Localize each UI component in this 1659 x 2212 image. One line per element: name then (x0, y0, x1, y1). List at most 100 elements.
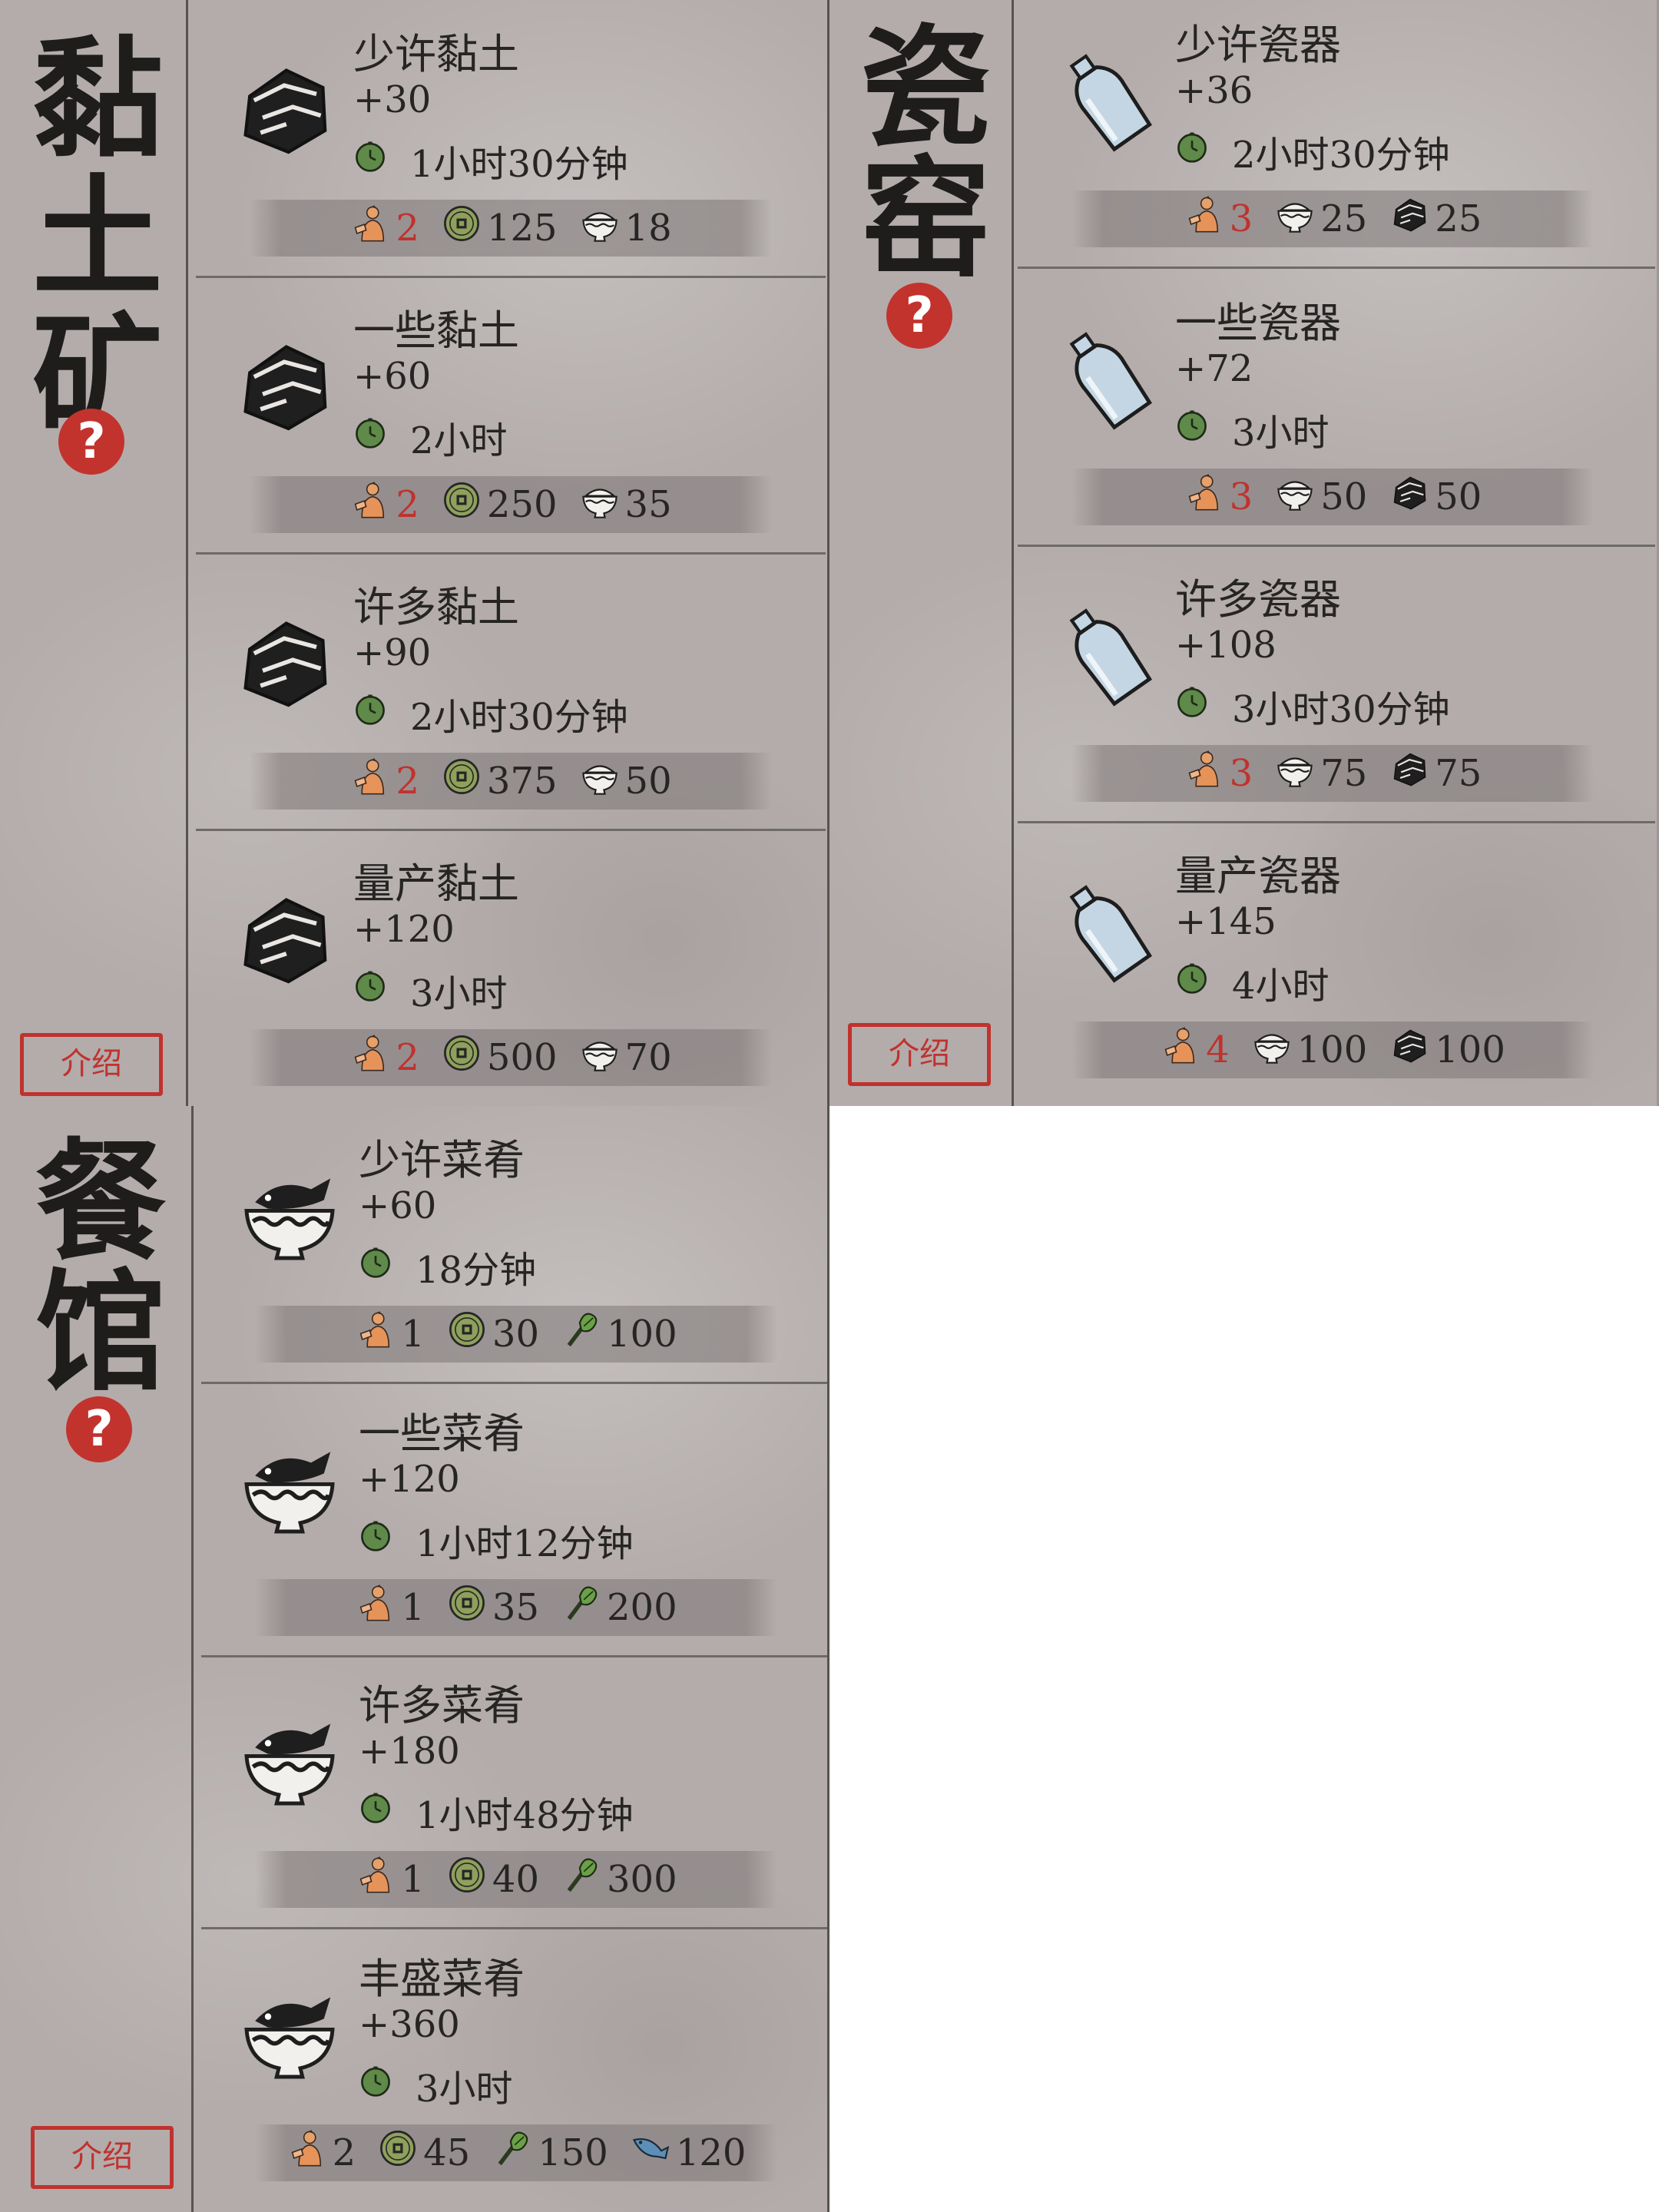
production-option[interactable]: 一些瓷器 +72 3小时 3 50 50 (1018, 270, 1655, 547)
cost-value: 25 (1435, 197, 1482, 240)
option-duration: 3小时 (359, 2058, 513, 2112)
cost-item: 2 (286, 2128, 356, 2178)
cost-item: 100 (1389, 1025, 1505, 1075)
coin-icon (441, 479, 487, 530)
cost-value: 125 (486, 207, 558, 250)
cost-item: 3 (1184, 472, 1253, 522)
cost-item: 50 (1274, 472, 1367, 522)
production-option[interactable]: 量产黏土 +120 3小时 2 500 70 (196, 831, 826, 1105)
fish-bowl-icon (236, 1980, 343, 2088)
cost-item: 40 (446, 1854, 539, 1905)
option-name: 许多黏土 (353, 583, 519, 631)
intro-button[interactable]: 介绍 (20, 1033, 163, 1096)
duration-text: 1小时12分钟 (416, 1522, 634, 1565)
cost-value: 1 (401, 1858, 425, 1901)
production-option[interactable]: 丰盛菜肴 +360 3小时 2 45 150 120 (201, 1926, 827, 2200)
option-name: 一些瓷器 (1175, 299, 1341, 347)
building-title: 餐 馆 (35, 1137, 167, 1409)
title-char: 馆 (35, 1256, 167, 1409)
production-option[interactable]: 少许菜肴 +60 18分钟 1 30 100 (201, 1108, 827, 1384)
cost-item: 35 (446, 1582, 539, 1633)
intro-button[interactable]: 介绍 (848, 1023, 991, 1086)
cost-item: 45 (377, 2128, 470, 2178)
cost-item: 3 (1184, 194, 1253, 244)
rice-bowl-icon (1251, 1025, 1297, 1075)
production-option[interactable]: 一些菜肴 +120 1小时12分钟 1 35 200 (201, 1381, 827, 1657)
vegetable-icon (561, 1854, 607, 1905)
clock-icon (359, 1518, 416, 1561)
cost-bar: 2 375 50 (250, 753, 772, 810)
clay-rock-icon (230, 885, 338, 992)
cost-bar: 2 45 150 120 (255, 2124, 777, 2181)
duration-text: 2小时30分钟 (410, 696, 628, 739)
clay-mine-sidebar: 黏 土 矿 ? 介绍 (0, 0, 188, 1106)
cost-bar: 1 40 300 (255, 1851, 777, 1908)
coin-icon (446, 1854, 492, 1905)
rice-bowl-icon (1274, 748, 1320, 799)
clay-rock-icon (1389, 1025, 1435, 1075)
cost-bar: 4 100 100 (1071, 1022, 1594, 1078)
help-button[interactable]: ? (66, 1396, 132, 1462)
clock-icon (353, 969, 410, 1012)
clay-rock-icon (1389, 472, 1435, 522)
coin-icon (377, 2128, 423, 2178)
duration-text: 3小时 (416, 2068, 513, 2111)
cost-value: 75 (1435, 752, 1482, 795)
cost-item: 35 (579, 479, 672, 530)
production-option[interactable]: 一些黏土 +60 2小时 2 250 35 (196, 278, 826, 555)
title-char: 土 (32, 161, 164, 315)
duration-text: 3小时30分钟 (1232, 688, 1450, 731)
clay-rock-icon (230, 332, 338, 439)
option-amount: +120 (353, 908, 455, 951)
worker-icon (355, 1582, 401, 1633)
option-amount: +36 (1175, 69, 1253, 112)
option-name: 量产瓷器 (1175, 852, 1341, 900)
vegetable-icon (561, 1582, 607, 1633)
worker-icon (349, 479, 396, 530)
duration-text: 1小时30分钟 (410, 143, 628, 186)
clay-rock-icon (1389, 194, 1435, 244)
cost-value: 3 (1229, 197, 1253, 240)
cost-bar: 3 25 25 (1071, 190, 1594, 247)
production-option[interactable]: 少许黏土 +30 1小时30分钟 2 125 18 (196, 2, 826, 278)
cost-item: 75 (1389, 748, 1482, 799)
cost-bar: 2 500 70 (250, 1029, 772, 1086)
option-amount: +180 (359, 1730, 460, 1773)
production-option[interactable]: 量产瓷器 +145 4小时 4 100 100 (1018, 823, 1655, 1098)
clock-icon (359, 1245, 416, 1288)
option-name: 许多菜肴 (359, 1681, 525, 1730)
coin-icon (441, 1032, 487, 1083)
cost-value: 70 (624, 1036, 672, 1079)
cost-item: 250 (441, 479, 558, 530)
cost-bar: 3 75 75 (1071, 745, 1594, 802)
help-button[interactable]: ? (886, 283, 952, 349)
cost-value: 50 (624, 760, 672, 803)
building-title: 瓷 窑 (860, 12, 992, 284)
rice-bowl-icon (579, 756, 625, 806)
intro-button[interactable]: 介绍 (31, 2126, 174, 2189)
production-option[interactable]: 许多黏土 +90 2小时30分钟 2 375 50 (196, 555, 826, 831)
option-amount: +120 (359, 1458, 460, 1501)
option-duration: 1小时12分钟 (359, 1513, 634, 1567)
cost-item: 50 (579, 756, 672, 806)
clock-icon (1175, 130, 1232, 173)
help-button[interactable]: ? (58, 409, 124, 475)
cost-value: 2 (396, 207, 419, 250)
worker-icon (349, 203, 396, 253)
clay-rock-icon (230, 55, 338, 163)
cost-item: 200 (561, 1582, 677, 1633)
cost-value: 200 (607, 1586, 677, 1629)
worker-icon (1184, 472, 1230, 522)
cost-item: 50 (1389, 472, 1482, 522)
production-option[interactable]: 许多菜肴 +180 1小时48分钟 1 40 300 (201, 1653, 827, 1929)
building-title: 黏 土 矿 (32, 31, 164, 445)
production-option[interactable]: 许多瓷器 +108 3小时30分钟 3 75 75 (1018, 547, 1655, 823)
cost-item: 2 (349, 756, 419, 806)
title-char: 瓷 (860, 12, 992, 165)
worker-icon (1160, 1025, 1206, 1075)
production-option[interactable]: 少许瓷器 +36 2小时30分钟 3 25 25 (1018, 0, 1655, 269)
vegetable-icon (561, 1309, 607, 1359)
option-duration: 3小时30分钟 (1175, 679, 1450, 733)
cost-value: 30 (492, 1313, 539, 1356)
cost-value: 18 (624, 207, 672, 250)
